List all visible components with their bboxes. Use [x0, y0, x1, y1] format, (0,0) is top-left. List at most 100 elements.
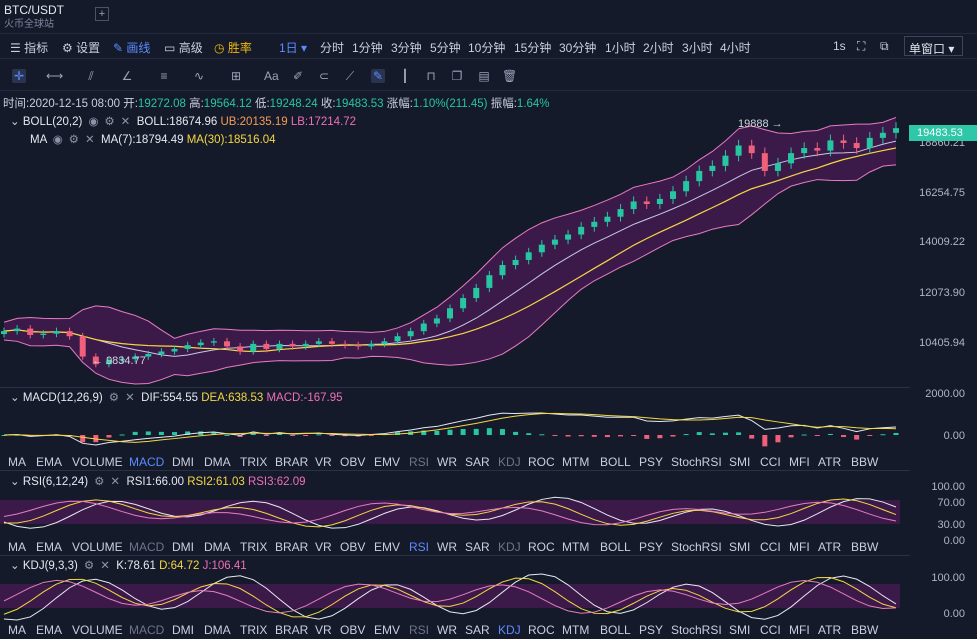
indicator-tab-ema[interactable]: EMA	[36, 455, 62, 469]
winrate-button[interactable]: ◷ 胜率	[214, 39, 252, 56]
indicator-tab-psy[interactable]: PSY	[639, 623, 663, 637]
indicator-tab-rsi[interactable]: RSI	[409, 455, 429, 469]
settings-button[interactable]: ⚙ 设置	[62, 39, 100, 56]
collapse-icon[interactable]: ⌄	[10, 392, 20, 404]
channel-icon[interactable]: ≡	[157, 69, 171, 83]
horizontal-line-icon[interactable]: ⟷	[46, 69, 63, 83]
indicator-tab-mtm[interactable]: MTM	[562, 623, 589, 637]
close-icon[interactable]: ✕	[124, 390, 136, 404]
indicator-tab-macd[interactable]: MACD	[129, 540, 164, 554]
lock-icon[interactable]: ⊓	[424, 69, 438, 83]
indicator-tab-ma[interactable]: MA	[8, 623, 26, 637]
indicator-tab-roc[interactable]: ROC	[528, 540, 555, 554]
indicator-button[interactable]: ☰ 指标	[10, 39, 48, 56]
collapse-icon[interactable]: ⌄	[10, 116, 20, 128]
indicator-tab-volume[interactable]: VOLUME	[72, 540, 123, 554]
indicator-tab-ema[interactable]: EMA	[36, 623, 62, 637]
indicator-tab-dma[interactable]: DMA	[204, 540, 231, 554]
indicator-tab-ema[interactable]: EMA	[36, 540, 62, 554]
draw-button[interactable]: ✎ 画线	[113, 39, 150, 56]
indicator-tab-stochrsi[interactable]: StochRSI	[671, 540, 722, 554]
indicator-tab-roc[interactable]: ROC	[528, 455, 555, 469]
collapse-icon[interactable]: ⌄	[10, 560, 20, 572]
eye-icon[interactable]: ◉	[52, 132, 64, 146]
indicator-tab-brar[interactable]: BRAR	[275, 455, 308, 469]
tf-4h[interactable]: 4小时	[720, 39, 751, 56]
copy-icon[interactable]: ❐	[450, 69, 464, 83]
indicator-tab-bbw[interactable]: BBW	[851, 623, 878, 637]
indicator-tab-bbw[interactable]: BBW	[851, 540, 878, 554]
indicator-tab-wr[interactable]: WR	[437, 540, 457, 554]
indicator-tab-kdj[interactable]: KDJ	[498, 623, 521, 637]
close-icon[interactable]: ✕	[120, 114, 132, 128]
indicator-tab-wr[interactable]: WR	[437, 623, 457, 637]
indicator-tab-wr[interactable]: WR	[437, 455, 457, 469]
brush-icon[interactable]: ✐	[291, 69, 305, 83]
text-icon[interactable]: Aa	[264, 69, 279, 83]
indicator-tab-mfi[interactable]: MFI	[789, 540, 810, 554]
parallel-lines-icon[interactable]: ⫽	[84, 69, 98, 83]
popout-icon[interactable]: ⧉	[880, 39, 889, 54]
indicator-tab-dma[interactable]: DMA	[204, 623, 231, 637]
indicator-tab-boll[interactable]: BOLL	[600, 623, 631, 637]
indicator-tab-dmi[interactable]: DMI	[172, 540, 194, 554]
indicator-tab-kdj[interactable]: KDJ	[498, 540, 521, 554]
window-mode-select[interactable]: 单窗口 ▾	[904, 36, 963, 56]
indicator-tab-dmi[interactable]: DMI	[172, 623, 194, 637]
tf-5m[interactable]: 5分钟	[430, 39, 461, 56]
indicator-tab-volume[interactable]: VOLUME	[72, 455, 123, 469]
kdj-chart[interactable]	[0, 572, 910, 622]
indicator-tab-vr[interactable]: VR	[315, 540, 332, 554]
close-icon[interactable]: ✕	[99, 558, 111, 572]
tf-3m[interactable]: 3分钟	[391, 39, 422, 56]
ruler-icon[interactable]: ⟋	[343, 69, 357, 83]
indicator-tab-trix[interactable]: TRIX	[240, 540, 267, 554]
indicator-tab-psy[interactable]: PSY	[639, 455, 663, 469]
tf-1h[interactable]: 1小时	[605, 39, 636, 56]
indicator-tab-sar[interactable]: SAR	[465, 623, 490, 637]
fullscreen-icon[interactable]: ⛶	[857, 39, 865, 54]
close-icon[interactable]: ✕	[84, 132, 96, 146]
trash-icon[interactable]: 🗑	[502, 69, 517, 83]
indicator-tab-atr[interactable]: ATR	[818, 623, 841, 637]
indicator-tab-ma[interactable]: MA	[8, 540, 26, 554]
indicator-tab-cci[interactable]: CCI	[760, 455, 781, 469]
pencil-icon[interactable]: ✎	[371, 69, 385, 83]
refresh-rate[interactable]: 1s	[833, 39, 846, 53]
indicator-tab-vr[interactable]: VR	[315, 455, 332, 469]
indicator-tab-brar[interactable]: BRAR	[275, 623, 308, 637]
indicator-tab-emv[interactable]: EMV	[374, 623, 400, 637]
indicator-tab-bbw[interactable]: BBW	[851, 455, 878, 469]
box-icon[interactable]: ⊞	[229, 69, 243, 83]
indicator-tab-dmi[interactable]: DMI	[172, 455, 194, 469]
indicator-tab-smi[interactable]: SMI	[729, 455, 750, 469]
indicator-tab-obv[interactable]: OBV	[340, 540, 365, 554]
indicator-tab-stochrsi[interactable]: StochRSI	[671, 623, 722, 637]
indicator-tab-boll[interactable]: BOLL	[600, 455, 631, 469]
indicator-tab-dma[interactable]: DMA	[204, 455, 231, 469]
indicator-tab-atr[interactable]: ATR	[818, 455, 841, 469]
tf-tick[interactable]: 分时	[320, 39, 344, 56]
indicator-tab-brar[interactable]: BRAR	[275, 540, 308, 554]
tf-30m[interactable]: 30分钟	[559, 39, 596, 56]
collapse-icon[interactable]: ⌄	[10, 476, 20, 488]
indicator-tab-psy[interactable]: PSY	[639, 540, 663, 554]
gear-icon[interactable]: ⚙	[68, 132, 80, 146]
indicator-tab-smi[interactable]: SMI	[729, 623, 750, 637]
indicator-tab-sar[interactable]: SAR	[465, 540, 490, 554]
crosshair-icon[interactable]: ✛	[12, 69, 26, 83]
indicator-tab-cci[interactable]: CCI	[760, 623, 781, 637]
tf-2h[interactable]: 2小时	[643, 39, 674, 56]
indicator-tab-emv[interactable]: EMV	[374, 455, 400, 469]
indicator-tab-sar[interactable]: SAR	[465, 455, 490, 469]
indicator-tab-macd[interactable]: MACD	[129, 455, 164, 469]
indicator-tab-mtm[interactable]: MTM	[562, 455, 589, 469]
indicator-tab-rsi[interactable]: RSI	[409, 623, 429, 637]
advanced-button[interactable]: ▭ 高级	[164, 39, 203, 56]
tf-1m[interactable]: 1分钟	[352, 39, 383, 56]
tf-15m[interactable]: 15分钟	[514, 39, 551, 56]
indicator-tab-roc[interactable]: ROC	[528, 623, 555, 637]
macd-chart[interactable]	[0, 405, 910, 450]
indicator-tab-mtm[interactable]: MTM	[562, 540, 589, 554]
ray-icon[interactable]: ∠	[120, 69, 134, 83]
